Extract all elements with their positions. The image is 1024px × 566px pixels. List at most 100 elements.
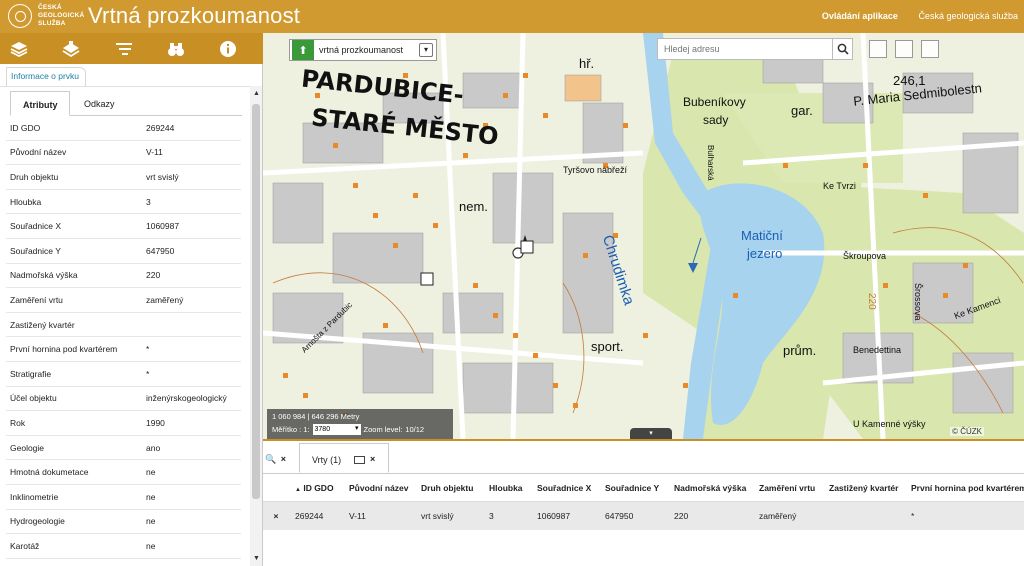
attribute-value: ne: [146, 516, 156, 527]
feature-info-panel: Informace o prvku Atributy Odkazy ID GDO…: [0, 64, 263, 566]
map-label-street: Tyršovo nábřeží: [563, 165, 628, 175]
attribute-value: ano: [146, 442, 161, 453]
panel-scrollbar[interactable]: ▲ ▼: [250, 86, 262, 566]
attribute-key: Hloubka: [10, 196, 42, 207]
table-cell: 220: [674, 511, 689, 521]
attribute-list: ID GDO 269244 Původní název V-11 Druh obje…: [6, 116, 241, 559]
scale-select[interactable]: 3780: [312, 423, 361, 435]
close-results-icon[interactable]: ×: [281, 454, 286, 464]
attribute-value: ne: [146, 491, 156, 502]
attribute-value: V-11: [146, 147, 163, 158]
scroll-thumb[interactable]: [252, 104, 260, 499]
close-tab-icon[interactable]: ×: [370, 454, 375, 464]
tab-attributes[interactable]: Atributy: [10, 91, 70, 116]
map-label-park-2: sady: [703, 113, 729, 127]
cgs-logo-text: ČESKÁ GEOLOGICKÁ SLUŽBA: [38, 4, 84, 28]
map-label-number: 246,1: [893, 73, 926, 88]
table-cell: *: [911, 511, 915, 521]
cgs-link[interactable]: Česká geologická služba: [918, 11, 1018, 21]
fullscreen-icon[interactable]: [869, 40, 887, 58]
attribute-value: *: [146, 344, 150, 355]
attribute-key: Souřadnice X: [10, 221, 62, 232]
scroll-down-icon[interactable]: ▼: [253, 555, 260, 562]
tab-boreholes[interactable]: Vrty (1) ×: [299, 443, 389, 473]
attribute-key: Účel objektu: [10, 393, 57, 404]
map-label-building: sport.: [591, 339, 624, 354]
column-label: ID GDO: [303, 482, 334, 493]
search-icon[interactable]: [832, 39, 852, 59]
attribute-key: ID GDO: [10, 122, 41, 133]
attribute-row: Zaměření vrtu zaměřený: [6, 288, 241, 313]
results-tools: 🔍 ×: [265, 454, 286, 465]
tab-links[interactable]: Odkazy: [72, 91, 127, 116]
map-label-building: hř.: [579, 56, 595, 71]
map-view[interactable]: PARDUBICE- STARÉ MĚSTO Chrudimka Matiční…: [263, 33, 1024, 439]
logo-line: ČESKÁ: [38, 4, 62, 11]
attribute-key: Hydrogeologie: [10, 516, 65, 527]
main-toolbar: [0, 33, 263, 64]
remove-row-icon[interactable]: ×: [263, 511, 289, 521]
zoom-level-value: 10/12: [405, 425, 425, 434]
table-header-cell[interactable]: První hornina pod kvartérem: [905, 483, 1024, 493]
attribute-key: Rok: [10, 417, 26, 428]
table-header-cell[interactable]: Nadmořská výška: [668, 483, 753, 493]
map-label-street: Šrossova: [913, 283, 923, 321]
attribute-row: Souřadnice X 1060987: [6, 214, 241, 239]
attribute-row: Účel objektu inženýrskogeologický: [6, 387, 241, 412]
table-icon[interactable]: [354, 456, 365, 464]
attribute-row: Geologie ano: [6, 436, 241, 461]
help-link[interactable]: Ovládání aplikace: [822, 11, 898, 21]
attribute-value: *: [146, 368, 150, 379]
scale-label: Měřítko : 1:: [272, 425, 310, 434]
table-header-cell[interactable]: Hloubka: [483, 483, 531, 493]
table-header-cell[interactable]: Zastižený kvartér: [823, 483, 905, 493]
table-header-cell[interactable]: Druh objektu: [415, 483, 483, 493]
table-header-cell[interactable]: Zaměření vrtu: [753, 483, 823, 493]
feature-info-tab[interactable]: Informace o prvku: [6, 67, 87, 86]
map-label-number: 220: [866, 293, 877, 310]
legend-icon[interactable]: [113, 39, 135, 59]
map-label-building: prům.: [783, 343, 817, 358]
attribute-key: Karotáž: [10, 540, 40, 551]
binoculars-icon[interactable]: [165, 39, 187, 59]
zoom-to-results-icon[interactable]: 🔍: [265, 454, 276, 464]
address-search-input[interactable]: [658, 39, 832, 59]
attribute-row: Stratigrafie *: [6, 362, 241, 387]
cgs-logo-icon[interactable]: [8, 4, 32, 28]
layer-pin-icon: ⬆: [292, 40, 314, 60]
attribute-key: Původní název: [10, 147, 67, 158]
attribute-key: Zaměření vrtu: [10, 294, 63, 305]
attribute-row: Hmotná dokumetace ne: [6, 460, 241, 485]
address-search[interactable]: [657, 38, 853, 60]
attribute-key: Druh objektu: [10, 171, 59, 182]
collapse-bottom-panel-icon[interactable]: ▾: [630, 428, 672, 439]
map-label-lake-2: jezero: [747, 246, 783, 261]
basemap-icon[interactable]: [60, 39, 82, 59]
attribute-key: Geologie: [10, 442, 45, 453]
info-icon[interactable]: [217, 39, 239, 59]
attribute-value: inženýrskogeologický: [146, 393, 227, 404]
table-row[interactable]: × 269244 V-11 vrt svislý 3 1060987 64795…: [263, 502, 1024, 530]
table-cell: 3: [489, 511, 494, 521]
table-header-cell[interactable]: ▲ ID GDO: [289, 483, 343, 493]
table-header-cell[interactable]: Původní název: [343, 483, 415, 493]
attribute-row: Inklinometrie ne: [6, 485, 241, 510]
table-header-cell[interactable]: Souřadnice X: [531, 483, 599, 493]
layers-icon[interactable]: [8, 39, 30, 59]
attribute-row: Původní název V-11: [6, 141, 241, 166]
measure-icon[interactable]: [921, 40, 939, 58]
chevron-down-icon[interactable]: ▾: [419, 43, 433, 57]
table-cell: 647950: [605, 511, 634, 521]
map-label-street: U Kamenné výšky: [853, 419, 926, 429]
table-cell: vrt svislý: [421, 511, 454, 521]
coordinates-readout: 1 060 984 | 646 296 Metry: [272, 412, 360, 421]
attribute-row: Zastižený kvartér: [6, 313, 241, 338]
scroll-up-icon[interactable]: ▲: [253, 90, 260, 97]
zoom-extent-icon[interactable]: [895, 40, 913, 58]
table-header-cell[interactable]: Souřadnice Y: [599, 483, 668, 493]
header-links: Ovládání aplikace Česká geologická služb…: [804, 11, 1018, 21]
logo-line: GEOLOGICKÁ: [38, 12, 85, 19]
app-title: Vrtná prozkoumanost: [88, 3, 301, 28]
attribute-value: 1060987: [146, 221, 180, 232]
layer-selector[interactable]: ⬆ vrtná prozkoumanost ▾: [289, 39, 437, 61]
